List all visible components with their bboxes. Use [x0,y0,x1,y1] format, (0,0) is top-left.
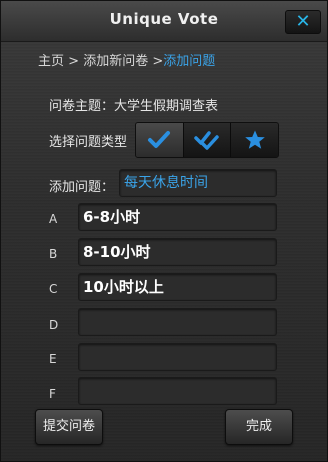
option-b-input[interactable]: 8-10小时 [78,238,277,266]
add-question-label: 添加问题： [49,180,115,195]
survey-topic: 问卷主题：大学生假期调查表 [49,95,218,114]
breadcrumb: 主页 > 添加新问卷 >添加问题 [38,50,215,69]
option-letter-a: A [49,212,58,226]
app-window: Unique Vote ✕ 主页 > 添加新问卷 >添加问题 问卷主题：大学生假… [0,0,328,462]
breadcrumb-add-survey[interactable]: 添加新问卷 [83,54,148,69]
option-f-input[interactable] [78,377,277,405]
rating-button[interactable] [231,123,278,157]
single-choice-button[interactable] [136,123,184,157]
survey-topic-label: 问卷主题： [49,99,115,114]
window-title: Unique Vote [109,10,219,28]
double-check-icon [194,131,219,150]
option-letter-c: C [49,282,58,296]
option-c-input[interactable]: 10小时以上 [78,273,277,301]
close-icon: ✕ [295,11,311,32]
question-type-label: 选择问题类型 [49,135,128,150]
option-letter-d: D [49,318,59,332]
option-letter-b: B [49,247,58,261]
close-button[interactable]: ✕ [285,10,321,34]
multiple-choice-button[interactable] [183,123,232,157]
option-letter-f: F [49,387,56,401]
option-a-input[interactable]: 6-8小时 [78,203,277,231]
done-button[interactable]: 完成 [225,409,293,445]
breadcrumb-home[interactable]: 主页 [38,54,64,69]
single-check-icon [148,131,171,148]
title-bar: Unique Vote ✕ [1,1,327,42]
submit-survey-button[interactable]: 提交问卷 [35,409,103,445]
option-letter-e: E [49,352,57,366]
question-type-selector [135,122,279,158]
breadcrumb-separator: > [64,54,84,69]
question-input[interactable]: 每天休息时间 [119,169,277,197]
breadcrumb-separator: > [148,54,164,69]
star-icon [244,130,265,149]
survey-topic-value: 大学生假期调查表 [114,99,219,114]
option-e-input[interactable] [78,343,277,371]
breadcrumb-current: 添加问题 [163,54,216,69]
option-d-input[interactable] [78,308,277,336]
